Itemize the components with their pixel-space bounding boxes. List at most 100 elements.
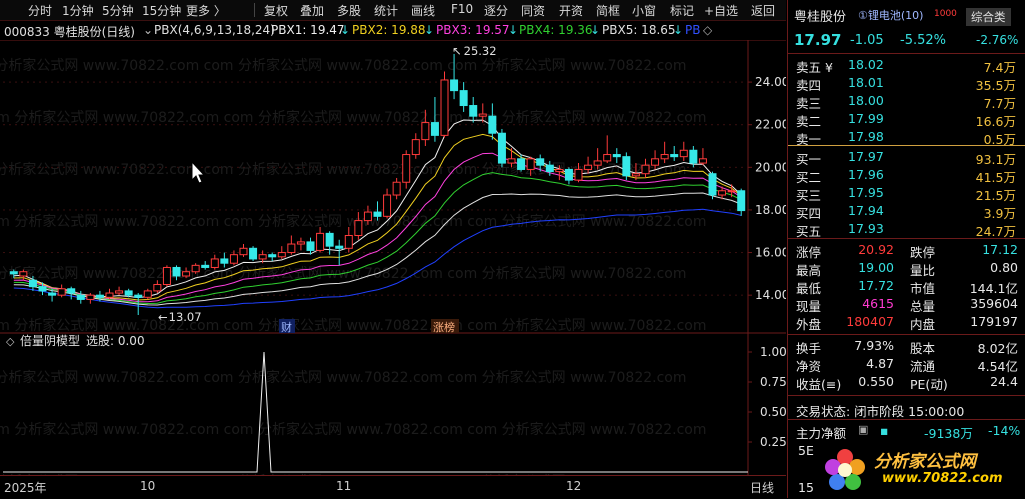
sub-chevron-icon[interactable]: ◇ xyxy=(6,335,15,348)
tab-1min[interactable]: 1分钟 xyxy=(62,2,94,19)
sub-tick-label: 0.25 xyxy=(760,435,786,449)
btn-kaizi[interactable]: 开资 xyxy=(559,2,583,19)
divider xyxy=(788,395,1025,396)
stat-value: 179197 xyxy=(970,314,1018,329)
chevron-down-icon[interactable]: ⌄ xyxy=(143,23,153,37)
candle-down xyxy=(545,164,554,173)
btn-tongzi[interactable]: 同资 xyxy=(521,2,545,19)
tab-5min[interactable]: 5分钟 xyxy=(102,2,134,19)
finance-marker[interactable]: 财 xyxy=(281,320,292,334)
candle-up xyxy=(727,190,736,193)
stat-label: 市值 xyxy=(910,281,936,296)
bid-volume: 21.5万 xyxy=(975,188,1016,203)
kline-chart[interactable]: com 分析家公式网 www.70822.com com 分析家公式网 www.… xyxy=(0,40,786,475)
low-price-label: ←13.07 xyxy=(158,310,202,324)
ask-price: 18.01 xyxy=(848,75,884,90)
limit-up-marker[interactable]: 涨榜 xyxy=(433,320,455,334)
candle-up xyxy=(507,158,516,164)
candle-down xyxy=(76,294,85,300)
tab-fenshi[interactable]: 分时 xyxy=(28,2,52,19)
price-tick-label: 16.00 xyxy=(755,246,786,260)
bottom-label-5e: 5E xyxy=(798,443,814,458)
candle-down xyxy=(536,158,545,166)
btn-jiankuang[interactable]: 简框 xyxy=(596,2,620,19)
pbx3-value: PBX3: 19.57 xyxy=(436,23,510,37)
candle-up xyxy=(402,154,411,183)
btn-zhufen[interactable]: 逐分 xyxy=(484,2,508,19)
btn-xiaochuang[interactable]: 小窗 xyxy=(632,2,656,19)
candle-up xyxy=(296,241,305,245)
indicator-name[interactable]: PBX(4,6,9,13,18,24) xyxy=(154,23,275,37)
bid-label: 买四 xyxy=(796,206,822,221)
candle-down xyxy=(172,266,181,277)
candle-up xyxy=(57,288,66,296)
sub-indicator-select: 选股: 0.00 xyxy=(86,334,145,348)
candle-down xyxy=(737,190,746,212)
candle-down xyxy=(373,211,382,217)
candle-down xyxy=(670,154,679,158)
stat-value: 0.550 xyxy=(858,374,894,389)
indicator-legend: 000833 粤桂股份(日线) ⌄ PBX(4,6,9,13,18,24) PB… xyxy=(0,21,760,39)
stat-row: 换手 7.93% 股本 8.02亿 xyxy=(788,338,1025,356)
stat-row: 最低 17.72 市值 144.1亿 xyxy=(788,278,1025,296)
grid-icon[interactable]: ▣ xyxy=(858,423,868,436)
divider xyxy=(788,238,1025,239)
ask-price: 17.99 xyxy=(848,111,884,126)
price-tick-label: 22.00 xyxy=(755,118,786,132)
stat-row: 外盘 180407 内盘 179197 xyxy=(788,314,1025,332)
candle-down xyxy=(622,156,631,177)
btn-huaxian[interactable]: 画线 xyxy=(411,2,435,19)
concept-tag[interactable]: ①锂电池(10) xyxy=(858,7,923,23)
toolbar-divider xyxy=(254,3,255,17)
candle-up xyxy=(19,271,28,277)
price-change-pct: -5.52% xyxy=(900,33,946,48)
candle-up xyxy=(239,247,248,256)
chart-grid xyxy=(0,40,786,475)
stat-value: 4.87 xyxy=(866,356,894,371)
btn-tongji[interactable]: 统计 xyxy=(374,2,398,19)
candle-down xyxy=(689,149,698,164)
candle-up xyxy=(718,190,727,196)
ask-row: 卖三 18.00 7.7万 xyxy=(788,93,1025,111)
stat-label: 量比 xyxy=(910,263,936,278)
stat-value: 7.93% xyxy=(854,338,894,353)
btn-diejia[interactable]: 叠加 xyxy=(300,2,324,19)
pbx-line-4 xyxy=(13,172,742,305)
diamond-icon[interactable]: ◇ xyxy=(703,23,712,37)
btn-fanhui[interactable]: 返回 xyxy=(751,2,775,19)
tab-more[interactable]: 更多 〉 xyxy=(186,2,226,19)
stat-value: 17.72 xyxy=(858,278,894,293)
sector-tag[interactable]: 综合类 xyxy=(966,8,1011,26)
price-tick-label: 14.00 xyxy=(755,288,786,302)
bid-label: 买三 xyxy=(796,188,822,203)
candle-down xyxy=(497,132,506,164)
arrow-down-icon: ↓ xyxy=(673,23,684,37)
watermark-text: com 分析家公式网 www.70822.com com 分析家公式网 www.… xyxy=(0,369,687,386)
ask-price: 18.02 xyxy=(848,57,884,72)
candle-up xyxy=(153,284,162,292)
net-inflow-label: 主力净额 xyxy=(796,426,847,441)
period-label[interactable]: 日线 xyxy=(750,479,774,496)
candle-up xyxy=(316,232,325,251)
candle-up xyxy=(641,164,650,175)
btn-f10[interactable]: F10 xyxy=(451,2,473,16)
bid-row: 买一 17.97 93.1万 xyxy=(788,149,1025,167)
tab-15min[interactable]: 15分钟 xyxy=(142,2,181,19)
btn-fuquan[interactable]: 复权 xyxy=(264,2,288,19)
bid-volume: 3.9万 xyxy=(983,206,1016,221)
btn-duogu[interactable]: 多股 xyxy=(337,2,361,19)
candle-up xyxy=(679,149,688,158)
btn-zixuan[interactable]: +自选 xyxy=(704,2,738,19)
candle-down xyxy=(708,173,717,196)
stat-label: 现量 xyxy=(796,299,822,314)
bid-row: 买二 17.96 41.5万 xyxy=(788,167,1025,185)
stat-value: 359604 xyxy=(970,296,1018,311)
stat-label: 内盘 xyxy=(910,317,936,332)
btn-biaoji[interactable]: 标记 xyxy=(670,2,694,19)
stat-value: 17.12 xyxy=(982,242,1018,257)
sub-indicator-title[interactable]: 倍量阴模型 xyxy=(20,333,80,348)
candle-down xyxy=(124,290,133,296)
bid-row: 买五 17.93 24.7万 xyxy=(788,221,1025,239)
candle-down xyxy=(612,154,621,158)
candle-up xyxy=(143,290,152,298)
